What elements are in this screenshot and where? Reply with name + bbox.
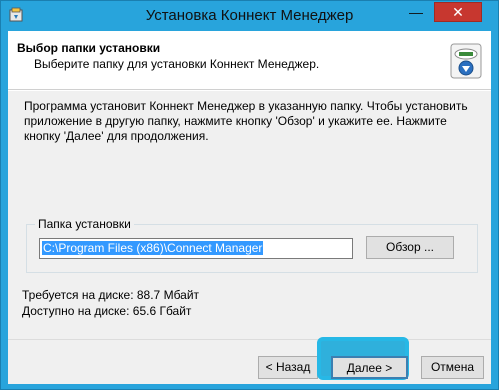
next-button[interactable]: Далее > [331,356,408,379]
space-available-text: Доступно на диске: 65.6 Гбайт [22,304,192,318]
minimize-button[interactable]: — [405,4,427,22]
space-required-text: Требуется на диске: 88.7 Мбайт [22,288,200,302]
page-title: Выбор папки установки [17,41,161,55]
install-path-input[interactable]: C:\Program Files (x86)\Connect Manager [39,238,353,259]
footer-divider [8,339,491,340]
title-bar[interactable]: Установка Коннект Менеджер — ✕ [1,1,498,31]
connect-manager-logo-icon [450,43,482,79]
cancel-button[interactable]: Отмена [421,356,484,379]
description-text: Программа установит Коннект Менеджер в у… [24,99,468,143]
page-subtitle: Выберите папку для установки Коннект Мен… [34,57,320,71]
dialog-body: Выбор папки установки Выберите папку для… [8,31,491,384]
back-button[interactable]: < Назад [258,356,318,379]
close-button[interactable]: ✕ [434,2,482,22]
install-path-value[interactable]: C:\Program Files (x86)\Connect Manager [42,241,264,255]
install-folder-label: Папка установки [35,217,134,231]
header-divider [8,90,491,91]
installer-window: Установка Коннект Менеджер — ✕ Выбор пап… [0,0,499,390]
dialog-header: Выбор папки установки Выберите папку для… [8,31,491,90]
browse-button[interactable]: Обзор ... [366,236,454,259]
